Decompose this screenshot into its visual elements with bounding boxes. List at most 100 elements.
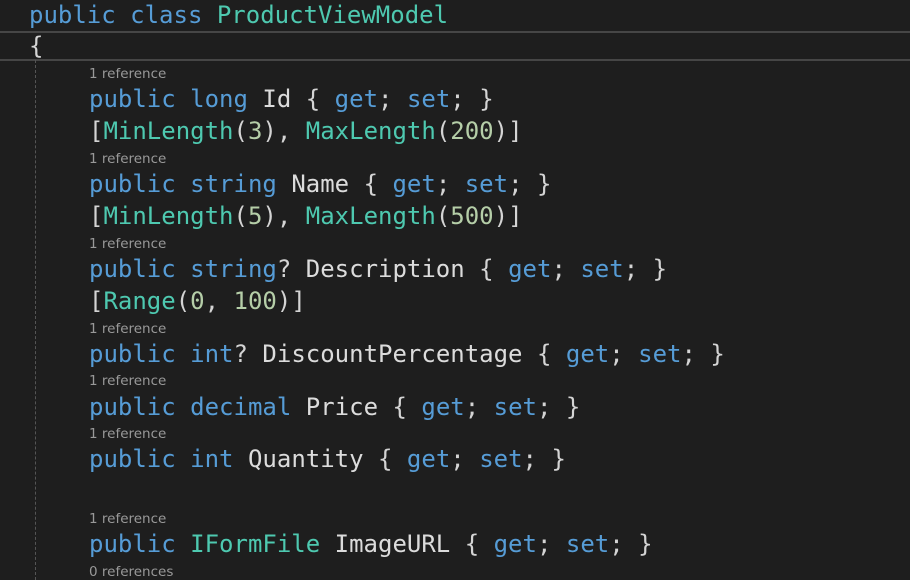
attribute-range: Range [103,287,176,315]
image-property-line[interactable]: public IFormFile ImageURL { get; set; } [89,529,653,559]
brace: } [652,255,668,283]
semicolon: ; [508,170,523,198]
brace: { [305,85,321,113]
brace: { [363,170,379,198]
keyword-public: public [29,1,116,29]
bracket: ] [291,287,306,315]
set-accessor: set [406,85,451,113]
set-accessor: set [464,170,509,198]
modifier: public [89,255,176,283]
bracket: ] [508,202,523,230]
codelens-price[interactable]: 1 reference [89,373,166,389]
paren: ( [435,202,451,230]
set-accessor: set [638,340,682,368]
nullable-mark: ? [233,340,248,368]
semicolon: ; [464,393,480,421]
bracket: [ [89,202,104,230]
property-name: Quantity [247,445,364,473]
number: 3 [247,117,263,145]
semicolon: ; [623,255,639,283]
attribute-minlength: MinLength [103,202,234,230]
set-accessor: set [580,255,624,283]
type-keyword: string [190,170,277,198]
codelens-image[interactable]: 1 reference [89,511,166,527]
brace: } [638,530,653,558]
paren: ( [233,117,248,145]
indent-guide [35,60,36,580]
brace: { [464,530,480,558]
type-keyword: int [190,445,234,473]
current-line-highlight [0,31,910,61]
type-keyword: string [190,255,277,283]
description-property-line[interactable]: public string? Description { get; set; } [89,254,667,284]
semicolon: ; [537,393,552,421]
attribute-maxlength: MaxLength [305,117,436,145]
paren: ( [175,287,191,315]
brace: { [479,255,494,283]
semicolon: ; [378,85,393,113]
type-name: IFormFile [190,530,321,558]
id-property-line[interactable]: public long Id { get; set; } [89,84,494,114]
modifier: public [89,445,176,473]
class-declaration-line[interactable]: public class ProductViewModel [29,0,448,30]
attribute-line-1[interactable]: [MinLength(3), MaxLength(200)] [89,116,523,146]
codelens-name[interactable]: 1 reference [89,151,166,167]
property-name: Price [305,393,379,421]
brace: } [479,85,494,113]
nullable-mark: ? [276,255,292,283]
semicolon: ; [522,445,537,473]
codelens-discount[interactable]: 1 reference [89,321,166,337]
property-name: DiscountPercentage [262,340,523,368]
code-editor[interactable]: public class ProductViewModel { 1 refere… [0,0,910,580]
paren: ( [435,117,451,145]
bracket: [ [89,287,104,315]
open-brace: { [29,32,44,60]
codelens-id[interactable]: 1 reference [89,66,166,82]
comma: , [276,202,292,230]
codelens-description[interactable]: 1 reference [89,236,166,252]
discount-property-line[interactable]: public int? DiscountPercentage { get; se… [89,339,725,369]
type-keyword: decimal [190,393,292,421]
property-name: Description [305,255,465,283]
paren: ) [493,202,509,230]
brace: { [536,340,552,368]
attribute-minlength: MinLength [103,117,234,145]
property-name: Id [262,85,292,113]
quantity-property-line[interactable]: public int Quantity { get; set; } [89,444,566,474]
semicolon: ; [609,340,624,368]
number: 200 [450,117,494,145]
open-brace-line[interactable]: { [29,31,43,61]
set-accessor: set [479,445,523,473]
modifier: public [89,393,176,421]
attribute-maxlength: MaxLength [305,202,436,230]
get-accessor: get [508,255,552,283]
brace: { [392,393,407,421]
brace: { [378,445,393,473]
paren: ) [276,287,292,315]
brace: } [551,445,566,473]
property-name: Name [291,170,350,198]
semicolon: ; [435,170,451,198]
brace: } [565,393,581,421]
price-property-line[interactable]: public decimal Price { get; set; } [89,392,580,422]
paren: ( [233,202,248,230]
codelens-next[interactable]: 0 references [89,564,173,580]
bracket: [ [89,117,104,145]
set-accessor: set [493,393,537,421]
codelens-quantity[interactable]: 1 reference [89,426,166,442]
modifier: public [89,340,176,368]
attribute-line-2[interactable]: [MinLength(5), MaxLength(500)] [89,201,523,231]
semicolon: ; [681,340,696,368]
brace: } [710,340,725,368]
attribute-line-3[interactable]: [Range(0, 100)] [89,286,306,316]
semicolon: ; [450,85,465,113]
type-keyword: long [190,85,248,113]
modifier: public [89,170,176,198]
get-accessor: get [565,340,610,368]
set-accessor: set [565,530,610,558]
class-name: ProductViewModel [216,1,449,29]
name-property-line[interactable]: public string Name { get; set; } [89,169,551,199]
number: 0 [190,287,205,315]
bracket: ] [508,117,523,145]
keyword-class: class [130,1,203,29]
